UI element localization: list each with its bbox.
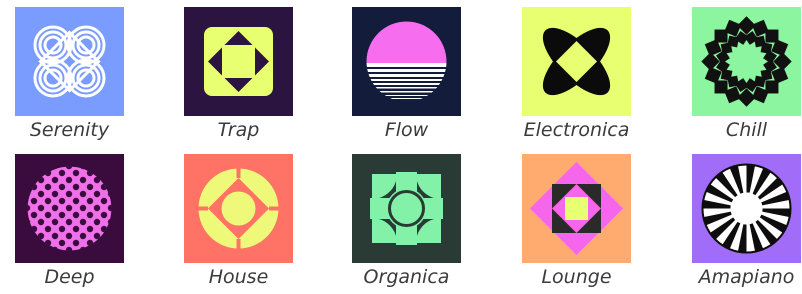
- genre-card-lounge[interactable]: Lounge: [522, 154, 642, 294]
- segmented-circle-icon: [352, 154, 461, 263]
- genre-tile-deep[interactable]: [15, 154, 124, 263]
- genre-label: House: [208, 266, 269, 288]
- genre-card-serenity[interactable]: Serenity: [15, 7, 135, 147]
- genre-label: Lounge: [541, 266, 612, 288]
- genre-label: Chill: [725, 119, 768, 141]
- radial-burst-icon: [692, 154, 801, 263]
- genre-card-deep[interactable]: Deep: [15, 154, 135, 294]
- sunburst-ring-icon: [692, 7, 801, 116]
- genre-tile-house[interactable]: [184, 154, 293, 263]
- genre-grid: Serenity Trap Flow Electronica Chill Dee…: [0, 0, 802, 291]
- genre-label: Deep: [44, 266, 95, 288]
- interlaced-knot-icon: [15, 7, 124, 116]
- genre-tile-lounge[interactable]: [522, 154, 631, 263]
- nested-squares-icon: [184, 7, 293, 116]
- petal-pattern-circle-icon: [15, 154, 124, 263]
- striped-sun-icon: [352, 7, 461, 116]
- genre-tile-serenity[interactable]: [15, 7, 124, 116]
- genre-card-amapiano[interactable]: Amapiano: [692, 154, 802, 294]
- genre-label: Amapiano: [698, 266, 795, 288]
- genre-tile-organica[interactable]: [352, 154, 461, 263]
- genre-tile-flow[interactable]: [352, 7, 461, 116]
- genre-tile-trap[interactable]: [184, 7, 293, 116]
- genre-card-trap[interactable]: Trap: [184, 7, 304, 147]
- genre-tile-chill[interactable]: [692, 7, 801, 116]
- genre-card-organica[interactable]: Organica: [352, 154, 472, 294]
- genre-label: Electronica: [523, 119, 630, 141]
- genre-card-house[interactable]: House: [184, 154, 304, 294]
- four-petal-icon: [522, 7, 631, 116]
- genre-card-chill[interactable]: Chill: [692, 7, 802, 147]
- genre-label: Flow: [384, 119, 429, 141]
- genre-label: Trap: [217, 119, 260, 141]
- genre-tile-amapiano[interactable]: [692, 154, 801, 263]
- genre-card-flow[interactable]: Flow: [352, 7, 472, 147]
- genre-tile-electronica[interactable]: [522, 7, 631, 116]
- genre-label: Serenity: [29, 119, 110, 141]
- genre-label: Organica: [363, 266, 450, 288]
- diamond-square-icon: [522, 154, 631, 263]
- genre-card-electronica[interactable]: Electronica: [522, 7, 642, 147]
- quatrefoil-circle-icon: [184, 154, 293, 263]
